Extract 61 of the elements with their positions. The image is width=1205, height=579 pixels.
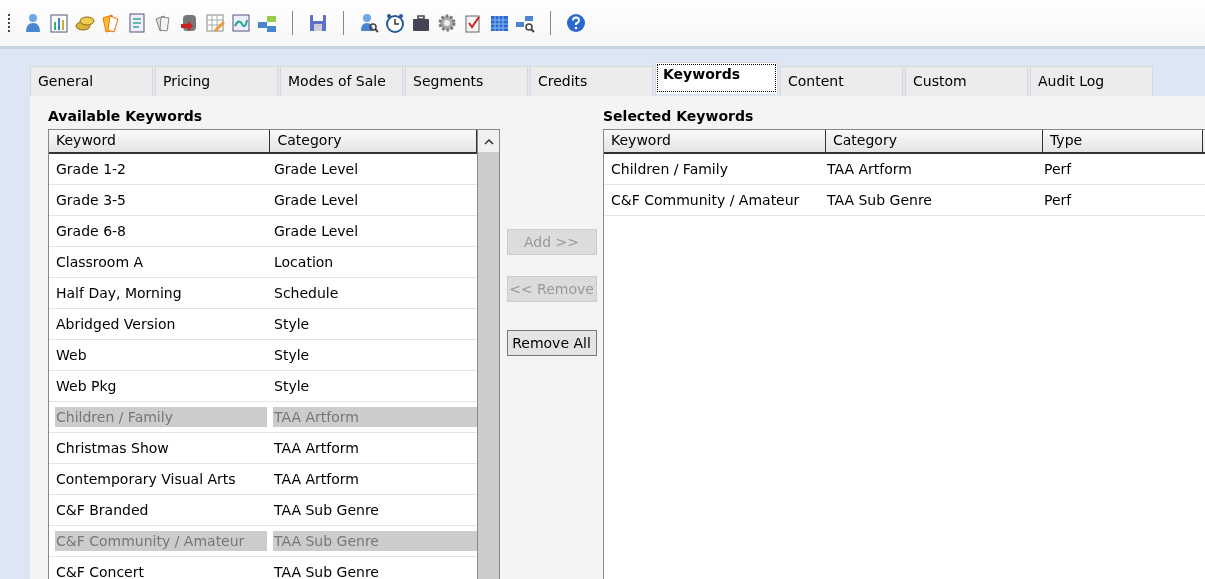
table-cell[interactable]: Perf <box>1043 159 1203 179</box>
column-header[interactable]: Category <box>270 130 477 152</box>
table-cell[interactable]: Web <box>55 345 267 365</box>
table-cell[interactable]: C&F Branded <box>55 500 267 520</box>
table-cell[interactable]: Grade 1-2 <box>55 159 267 179</box>
table-cell[interactable]: Grade Level <box>273 190 477 210</box>
table-cell[interactable]: TAA Sub Genre <box>273 562 477 579</box>
tab[interactable]: Content <box>780 66 903 96</box>
bar-chart-icon[interactable] <box>48 12 70 34</box>
tab[interactable]: Modes of Sale <box>280 66 403 96</box>
toolbar-grip[interactable] <box>8 14 12 32</box>
table-cell[interactable]: Perf <box>1043 190 1203 210</box>
action-button[interactable]: Remove All <box>506 330 597 356</box>
table-cell[interactable]: Christmas Show <box>55 438 267 458</box>
table-cell[interactable]: C&F Community / Amateur <box>610 190 826 210</box>
tab[interactable]: Custom <box>905 66 1028 96</box>
scrollbar[interactable] <box>478 129 500 579</box>
table-cell[interactable]: Grade 3-5 <box>55 190 267 210</box>
tab[interactable]: Keywords <box>655 62 778 94</box>
table-cell[interactable]: Location <box>273 252 477 272</box>
settings-icon[interactable] <box>436 12 458 34</box>
tab[interactable]: Pricing <box>155 66 278 96</box>
section-title: Selected Keywords <box>603 108 755 124</box>
table-cell[interactable]: Contemporary Visual Arts <box>55 469 267 489</box>
briefcase-icon[interactable] <box>410 12 432 34</box>
table-cell[interactable]: Children / Family <box>610 159 826 179</box>
column-header[interactable]: Keyword <box>604 130 826 152</box>
table-cell[interactable]: Schedule <box>273 283 477 303</box>
table-cell[interactable]: TAA Sub Genre <box>826 190 1043 210</box>
document-icon[interactable] <box>126 12 148 34</box>
table-cell[interactable]: Web Pkg <box>55 376 267 396</box>
table-cell[interactable]: Classroom A <box>55 252 267 272</box>
table-cell[interactable]: TAA Artform <box>826 159 1043 179</box>
table-cell[interactable]: Style <box>273 314 477 334</box>
table-cell[interactable]: Style <box>273 345 477 365</box>
table-cell[interactable]: Grade Level <box>273 221 477 241</box>
column-header[interactable]: Type <box>1043 130 1203 152</box>
help-icon[interactable] <box>565 12 587 34</box>
table-cell[interactable]: C&F Concert <box>55 562 267 579</box>
section-title: Available Keywords <box>48 108 204 124</box>
tab[interactable]: Credits <box>530 66 653 96</box>
table-cell[interactable]: Half Day, Morning <box>55 283 267 303</box>
table-cell[interactable]: Abridged Version <box>55 314 267 334</box>
table-cell[interactable]: Style <box>273 376 477 396</box>
tab[interactable]: Segments <box>405 66 528 96</box>
column-header[interactable]: Keyword <box>49 130 271 152</box>
person-search-icon[interactable] <box>358 12 380 34</box>
tab[interactable]: Audit Log <box>1030 66 1153 96</box>
image-icon[interactable] <box>230 12 252 34</box>
table-cell[interactable]: TAA Artform <box>273 469 477 489</box>
cards-icon[interactable] <box>100 12 122 34</box>
table-cell[interactable]: TAA Artform <box>273 438 477 458</box>
column-header[interactable]: Category <box>826 130 1043 152</box>
tab[interactable]: General <box>30 66 153 96</box>
table-cell[interactable]: Grade Level <box>273 159 477 179</box>
table-cell[interactable]: Grade 6-8 <box>55 221 267 241</box>
table-cell[interactable]: TAA Sub Genre <box>273 500 477 520</box>
save-icon[interactable] <box>307 12 329 34</box>
alarm-clock-icon[interactable] <box>384 12 406 34</box>
scroll-up-icon[interactable] <box>483 137 494 145</box>
grid-edit-icon[interactable] <box>204 12 226 34</box>
